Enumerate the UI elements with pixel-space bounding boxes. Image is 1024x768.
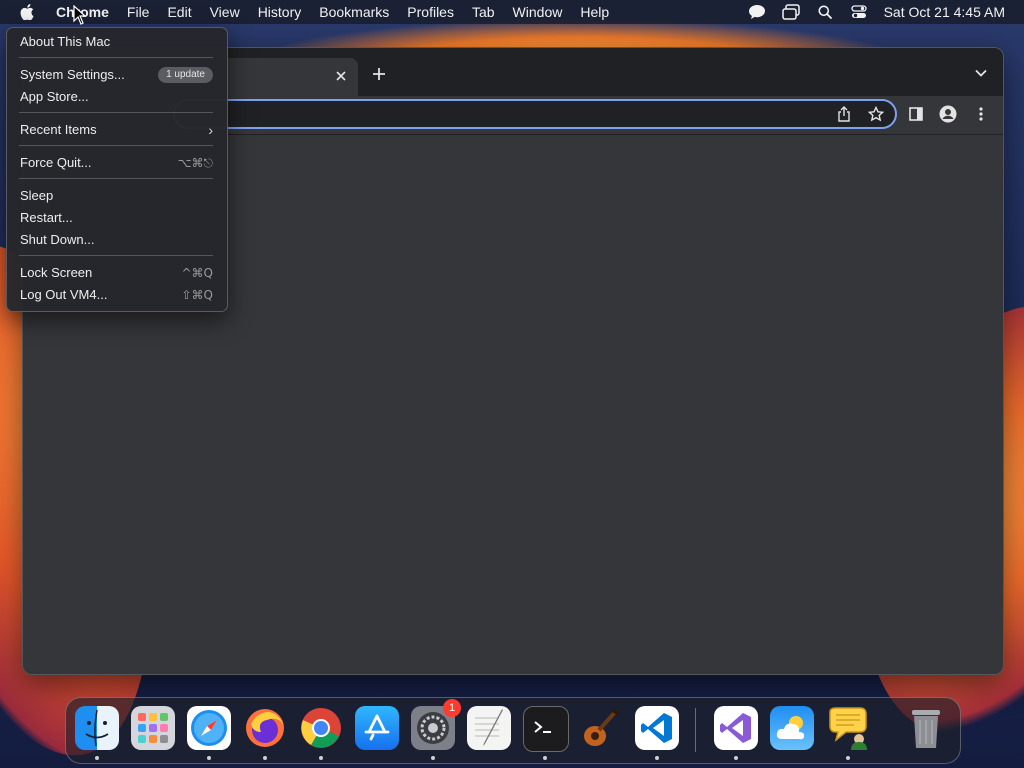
bookmark-star-icon[interactable] <box>867 105 885 123</box>
terminal-icon[interactable] <box>523 706 569 752</box>
textedit-icon[interactable] <box>467 706 511 750</box>
tab-search-chevron-icon[interactable] <box>971 63 991 83</box>
garageband-icon[interactable] <box>579 706 623 750</box>
menu-app-store[interactable]: App Store... <box>20 86 213 108</box>
safari-icon[interactable] <box>187 706 231 750</box>
menu-view[interactable]: View <box>201 0 249 24</box>
visual-studio-icon[interactable] <box>714 706 758 750</box>
apple-logo-icon[interactable] <box>17 4 37 20</box>
mouse-cursor-icon <box>73 5 87 25</box>
control-center-icon[interactable] <box>842 0 876 24</box>
search-icon[interactable] <box>808 0 842 24</box>
menu-lock-screen[interactable]: Lock Screen ^⌘Q <box>20 262 213 284</box>
plus-icon[interactable] <box>368 63 390 85</box>
menu-help[interactable]: Help <box>571 0 618 24</box>
menu-system-settings[interactable]: System Settings... 1 update <box>20 64 213 86</box>
screens-icon[interactable] <box>774 0 808 24</box>
address-bar[interactable] <box>173 99 897 129</box>
menu-edit[interactable]: Edit <box>158 0 200 24</box>
menu-recent-items[interactable]: Recent Items › <box>20 119 213 141</box>
menu-history[interactable]: History <box>249 0 311 24</box>
menu-file[interactable]: File <box>118 0 159 24</box>
menu-about-this-mac[interactable]: About This Mac <box>20 31 213 53</box>
notification-badge: 1 <box>443 699 461 717</box>
dock: 1 <box>65 697 961 764</box>
menu-sleep[interactable]: Sleep <box>20 185 213 207</box>
speech-icon[interactable] <box>826 706 870 750</box>
app-store-icon[interactable] <box>355 706 399 750</box>
menu-clock[interactable]: Sat Oct 21 4:45 AM <box>876 4 1024 20</box>
apple-menu: About This Mac System Settings... 1 upda… <box>6 27 228 312</box>
launchpad-icon[interactable] <box>131 706 175 750</box>
menu-log-out[interactable]: Log Out VM4... ⇧⌘Q <box>20 284 213 306</box>
more-menu-icon[interactable] <box>971 104 991 124</box>
menu-window[interactable]: Window <box>504 0 572 24</box>
finder-icon[interactable] <box>75 706 119 750</box>
vscode-icon[interactable] <box>635 706 679 750</box>
menu-tab[interactable]: Tab <box>463 0 504 24</box>
firefox-icon[interactable] <box>243 706 287 750</box>
menu-bar: Chrome File Edit View History Bookmarks … <box>0 0 1024 24</box>
menu-profiles[interactable]: Profiles <box>398 0 463 24</box>
update-badge: 1 update <box>158 67 213 83</box>
chevron-right-icon: › <box>208 122 213 138</box>
menu-shut-down[interactable]: Shut Down... <box>20 229 213 251</box>
side-panel-icon[interactable] <box>906 104 926 124</box>
trash-icon[interactable] <box>904 706 948 750</box>
menu-bookmarks[interactable]: Bookmarks <box>310 0 398 24</box>
menu-force-quit[interactable]: Force Quit... ⌥⌘⎋ <box>20 152 213 174</box>
close-icon[interactable] <box>332 67 350 85</box>
menu-restart[interactable]: Restart... <box>20 207 213 229</box>
chrome-icon[interactable] <box>299 706 343 750</box>
system-settings-icon[interactable]: 1 <box>411 699 461 750</box>
profile-icon[interactable] <box>938 104 958 124</box>
chat-bubble-icon[interactable] <box>740 0 774 24</box>
weather-icon[interactable] <box>770 706 814 750</box>
share-icon[interactable] <box>835 105 853 123</box>
